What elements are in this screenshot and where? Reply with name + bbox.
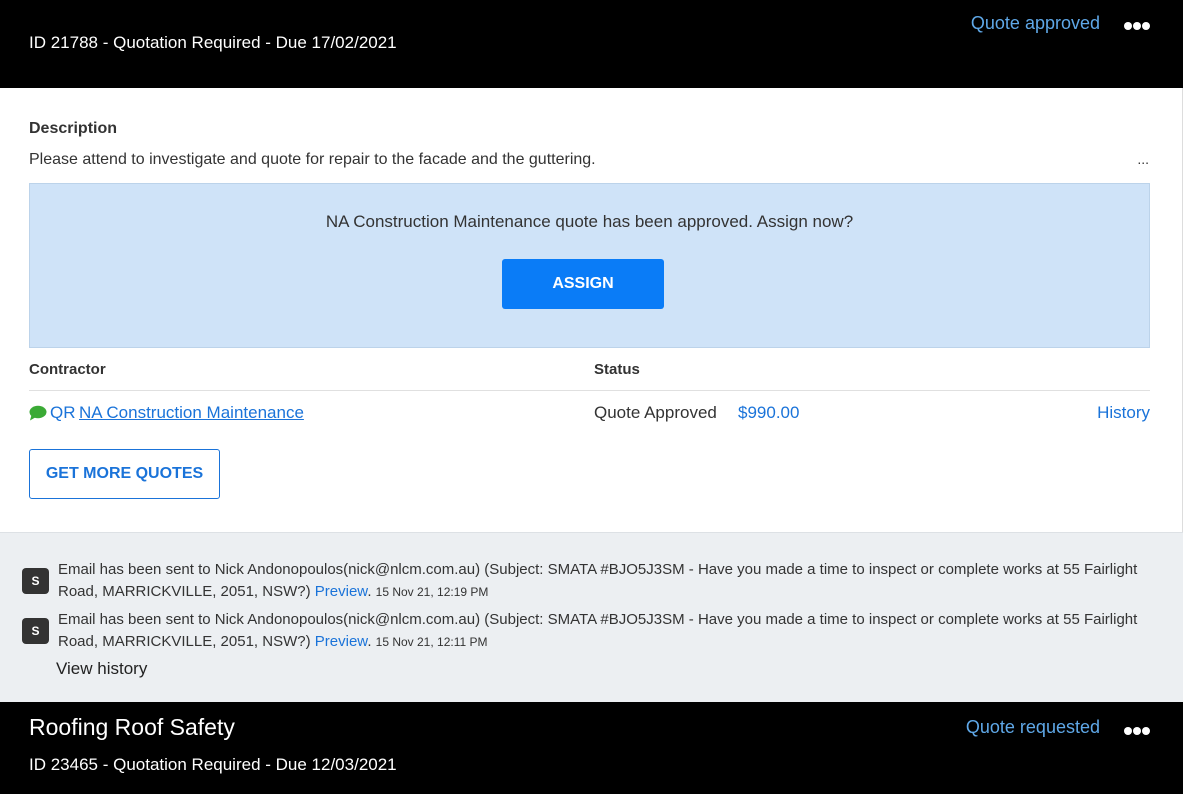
activity-time: 15 Nov 21, 12:19 PM bbox=[375, 585, 489, 599]
header-contractor: Contractor bbox=[29, 361, 106, 378]
view-history-link[interactable]: View history bbox=[56, 659, 147, 679]
dot bbox=[1124, 22, 1132, 30]
table-row: QR NA Construction Maintenance Quote App… bbox=[29, 401, 1150, 425]
approval-alert: NA Construction Maintenance quote has be… bbox=[29, 183, 1150, 348]
activity-text: Email has been sent to Nick Andonopoulos… bbox=[58, 561, 1138, 600]
separator: . bbox=[367, 633, 376, 650]
get-more-quotes-button[interactable]: GET MORE QUOTES bbox=[29, 449, 220, 499]
contractor-link[interactable]: NA Construction Maintenance bbox=[79, 403, 304, 423]
preview-link[interactable]: Preview bbox=[315, 583, 368, 600]
description-label: Description bbox=[29, 120, 118, 137]
activity-text-block: Email has been sent to Nick Andonopoulos… bbox=[58, 609, 1162, 653]
contractor-table-header: Contractor Status bbox=[29, 358, 1150, 391]
job-id-line[interactable]: ID 23465 - Quotation Required - Due 12/0… bbox=[29, 755, 397, 775]
dot bbox=[1142, 22, 1150, 30]
job-id-line[interactable]: ID 21788 - Quotation Required - Due 17/0… bbox=[29, 33, 397, 53]
quote-code: QR bbox=[50, 403, 76, 422]
separator: . bbox=[367, 583, 376, 600]
job-title[interactable]: Roofing Roof Safety bbox=[29, 714, 235, 741]
more-dots-icon[interactable] bbox=[1124, 726, 1150, 736]
job-header: Roofing Roof Safety ID 23465 - Quotation… bbox=[0, 702, 1183, 794]
chat-bubble-icon[interactable] bbox=[29, 405, 47, 421]
header-status: Status bbox=[594, 361, 640, 378]
description-more[interactable]: ... bbox=[1137, 151, 1149, 167]
dot bbox=[1142, 727, 1150, 735]
activity-text-block: Email has been sent to Nick Andonopoulos… bbox=[58, 559, 1162, 603]
description-text: Please attend to investigate and quote f… bbox=[29, 151, 596, 168]
job-body: Description Please attend to investigate… bbox=[0, 88, 1183, 532]
activity-time: 15 Nov 21, 12:11 PM bbox=[375, 635, 488, 649]
user-avatar-icon: S bbox=[22, 618, 49, 644]
quote-amount[interactable]: $990.00 bbox=[738, 403, 799, 423]
job-header: ID 21788 - Quotation Required - Due 17/0… bbox=[0, 0, 1183, 88]
job-status: Quote approved bbox=[970, 13, 1100, 33]
history-link[interactable]: History bbox=[1097, 403, 1150, 423]
preview-link[interactable]: Preview bbox=[315, 633, 368, 650]
job-status: Quote requested bbox=[965, 717, 1100, 737]
dot bbox=[1133, 727, 1141, 735]
dot bbox=[1124, 727, 1132, 735]
more-dots-icon[interactable] bbox=[1124, 21, 1150, 31]
approval-alert-text: NA Construction Maintenance quote has be… bbox=[325, 212, 854, 231]
user-avatar-icon: S bbox=[22, 568, 49, 594]
assign-button[interactable]: ASSIGN bbox=[502, 259, 664, 309]
dot bbox=[1133, 22, 1141, 30]
activity-log: S Email has been sent to Nick Andonopoul… bbox=[0, 532, 1183, 702]
quote-status: Quote Approved bbox=[594, 403, 717, 422]
activity-text: Email has been sent to Nick Andonopoulos… bbox=[58, 611, 1138, 650]
